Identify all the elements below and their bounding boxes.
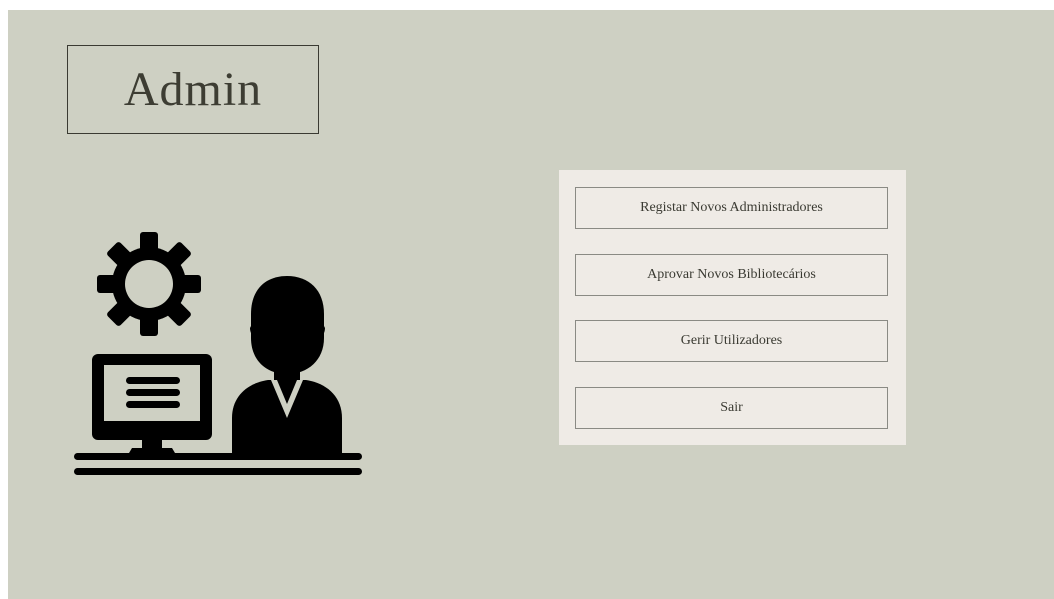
admin-computer-settings-icon	[74, 232, 362, 475]
page-title: Admin	[123, 62, 263, 116]
register-admins-button[interactable]: Registar Novos Administradores	[575, 187, 888, 229]
manage-users-button[interactable]: Gerir Utilizadores	[575, 320, 888, 362]
admin-illustration	[70, 228, 370, 478]
page-title-box: Admin	[67, 45, 319, 134]
register-admins-label: Registar Novos Administradores	[640, 200, 823, 215]
monitor-icon	[92, 354, 212, 458]
menu-panel: Registar Novos Administradores Aprovar N…	[559, 170, 906, 445]
exit-label: Sair	[720, 400, 743, 415]
gear-icon	[97, 232, 201, 336]
admin-screen: Admin Registar Novos Administradores Apr…	[8, 10, 1054, 599]
person-icon	[232, 276, 342, 456]
manage-users-label: Gerir Utilizadores	[680, 333, 783, 348]
exit-button[interactable]: Sair	[575, 387, 888, 429]
desk-icon	[74, 453, 362, 475]
approve-librarians-button[interactable]: Aprovar Novos Bibliotecários	[575, 254, 888, 296]
approve-librarians-label: Aprovar Novos Bibliotecários	[647, 267, 816, 282]
